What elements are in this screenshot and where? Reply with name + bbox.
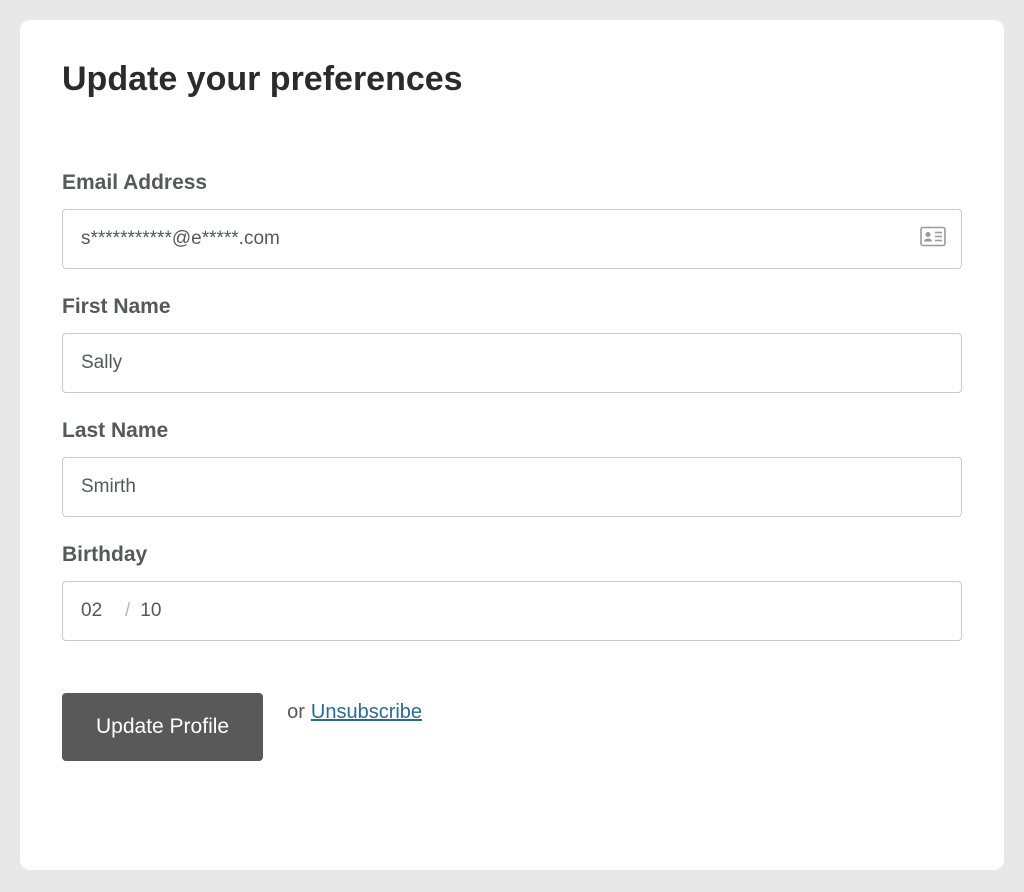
email-input-wrapper	[62, 209, 962, 269]
birthday-day-field[interactable]	[140, 600, 174, 622]
or-text: or	[287, 701, 305, 724]
unsubscribe-link[interactable]: Unsubscribe	[311, 701, 422, 724]
last-name-field[interactable]	[62, 457, 962, 517]
contact-card-icon	[920, 227, 946, 252]
page-title: Update your preferences	[62, 60, 962, 99]
first-name-label: First Name	[62, 295, 962, 319]
actions-row: Update Profile or Unsubscribe	[62, 693, 962, 761]
last-name-group: Last Name	[62, 419, 962, 517]
email-group: Email Address	[62, 171, 962, 269]
or-unsubscribe: or Unsubscribe	[287, 701, 422, 724]
birthday-group: Birthday /	[62, 543, 962, 641]
birthday-label: Birthday	[62, 543, 962, 567]
birthday-separator: /	[125, 600, 130, 622]
birthday-input-wrapper: /	[62, 581, 962, 641]
email-field[interactable]	[62, 209, 962, 269]
birthday-month-field[interactable]	[81, 600, 115, 622]
update-profile-button[interactable]: Update Profile	[62, 693, 263, 761]
preferences-card: Update your preferences Email Address Fi…	[20, 20, 1004, 870]
first-name-group: First Name	[62, 295, 962, 393]
first-name-field[interactable]	[62, 333, 962, 393]
last-name-label: Last Name	[62, 419, 962, 443]
email-label: Email Address	[62, 171, 962, 195]
